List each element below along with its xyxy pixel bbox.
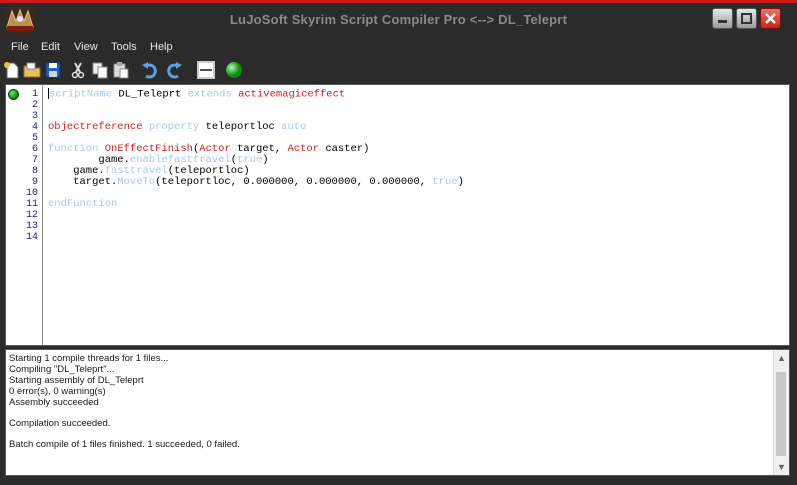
cut-icon[interactable] [68, 59, 88, 81]
code-line-11: endFunction [48, 198, 117, 210]
output-line: Starting assembly of DL_Teleprt [9, 375, 144, 386]
line-number: 11 [25, 199, 38, 210]
open-folder-icon[interactable] [22, 59, 42, 81]
scrollbar-thumb[interactable] [776, 372, 786, 456]
line-number: 1 [31, 89, 38, 100]
toolbar [0, 59, 797, 84]
code-keyword: true [432, 176, 458, 188]
code-line-1: scriptName DL_Teleprt extends activemagi… [48, 88, 345, 100]
output-line: Compiling "DL_Teleprt"... [9, 364, 115, 375]
line-number: 12 [25, 210, 38, 221]
menu-view[interactable]: View [74, 41, 98, 53]
code-text: ) [262, 154, 269, 166]
redo-icon[interactable] [164, 59, 184, 81]
code-type: objectreference [48, 121, 143, 133]
minimize-button[interactable] [712, 8, 733, 29]
line-number: 5 [31, 133, 38, 144]
line-number: 7 [31, 155, 38, 166]
code-text: teleportloc [199, 121, 282, 133]
line-number-gutter[interactable]: 1 2 3 4 5 6 7 8 9 10 11 12 13 14 [6, 85, 43, 345]
title-bar[interactable]: LuJoSoft Skyrim Script Compiler Pro <-->… [0, 3, 797, 36]
line-number: 14 [25, 232, 38, 243]
new-file-icon[interactable] [2, 59, 22, 81]
code-text: (teleportloc, 0.000000, 0.000000, 0.0000… [155, 176, 433, 188]
code-type: activemagiceffect [238, 88, 346, 101]
output-line: Assembly succeeded [9, 397, 99, 408]
output-line: 0 error(s), 0 warning(s) [9, 386, 106, 397]
menu-file[interactable]: File [11, 41, 29, 53]
code-keyword: scriptName [49, 88, 113, 101]
compiler-output-panel[interactable]: Starting 1 compile threads for 1 files..… [5, 349, 790, 476]
code-text: target. [48, 176, 118, 188]
code-keyword: auto [281, 121, 307, 133]
line-number: 10 [25, 188, 38, 199]
code-keyword: property [148, 121, 200, 133]
code-text: caster) [319, 143, 370, 155]
code-keyword: endFunction [48, 198, 118, 210]
line-number: 4 [31, 122, 38, 133]
code-text: DL_Teleprt [112, 88, 188, 101]
maximize-button[interactable] [736, 8, 757, 29]
menu-bar: File Edit View Tools Help [0, 36, 797, 58]
line-number: 6 [31, 144, 38, 155]
scroll-up-arrow-icon[interactable]: ▲ [774, 350, 789, 366]
output-scrollbar[interactable]: ▲ ▼ [773, 350, 789, 475]
code-editor[interactable]: 1 2 3 4 5 6 7 8 9 10 11 12 13 14 scriptN… [5, 84, 790, 346]
paste-icon[interactable] [111, 59, 131, 81]
code-keyword: extends [187, 88, 232, 101]
code-text-area[interactable]: scriptName DL_Teleprt extends activemagi… [48, 88, 789, 345]
line-number: 2 [31, 100, 38, 111]
code-type: Actor [287, 143, 320, 155]
copy-icon[interactable] [90, 59, 110, 81]
line-number: 8 [31, 166, 38, 177]
code-line-9: target.MoveTo(teleportloc, 0.000000, 0.0… [48, 176, 464, 188]
close-button[interactable] [760, 8, 781, 29]
toggle-panel-icon[interactable] [196, 59, 216, 81]
output-line: Starting 1 compile threads for 1 files..… [9, 353, 169, 364]
menu-tools[interactable]: Tools [111, 41, 137, 53]
menu-help[interactable]: Help [150, 41, 173, 53]
scroll-down-arrow-icon[interactable]: ▼ [774, 459, 789, 475]
line-number: 3 [31, 111, 38, 122]
undo-icon[interactable] [140, 59, 160, 81]
window-title: LuJoSoft Skyrim Script Compiler Pro <-->… [229, 12, 568, 27]
output-line: Compilation succeeded. [9, 418, 111, 429]
save-icon[interactable] [43, 59, 63, 81]
compile-icon[interactable] [224, 59, 244, 81]
code-line-4: objectreference property teleportloc aut… [48, 121, 306, 133]
code-text: ) [457, 176, 464, 188]
code-keyword: MoveTo [117, 176, 156, 188]
line-number: 9 [31, 177, 38, 188]
output-line: Batch compile of 1 files finished. 1 suc… [9, 439, 240, 450]
menu-edit[interactable]: Edit [41, 41, 60, 53]
line-number: 13 [25, 221, 38, 232]
